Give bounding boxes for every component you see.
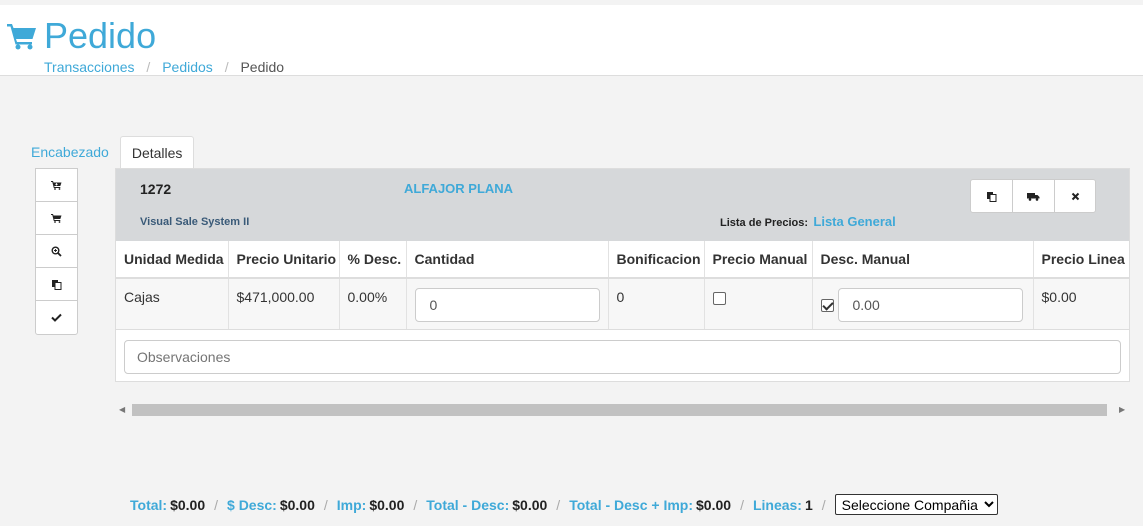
product-name[interactable]: ALFAJOR PLANA bbox=[404, 181, 513, 196]
breadcrumb-separator: / bbox=[146, 59, 151, 75]
cart-arrow-icon bbox=[51, 181, 62, 190]
page-title-text: Pedido bbox=[44, 15, 157, 56]
lineas-label: Lineas: bbox=[752, 496, 802, 513]
desc-manual-input[interactable] bbox=[837, 288, 1023, 322]
precio-manual-checkbox[interactable] bbox=[712, 291, 726, 305]
copy-icon bbox=[52, 279, 62, 290]
total-desc-label: Total - Desc: bbox=[426, 496, 510, 513]
desc-pct-cell: 0.00% bbox=[339, 278, 407, 330]
close-icon bbox=[1071, 192, 1079, 200]
imp-value: $0.00 bbox=[369, 496, 405, 513]
scroll-right-icon[interactable]: ▶ bbox=[1119, 405, 1125, 414]
desc-manual-cell bbox=[812, 278, 1034, 330]
totals-bar: Total: $0.00 / $ Desc: $0.00 / Imp: $0.0… bbox=[130, 494, 998, 515]
company-select[interactable]: Seleccione Compañia bbox=[834, 494, 998, 515]
column-header: Bonificacion bbox=[608, 241, 705, 279]
column-header: Precio Linea bbox=[1033, 241, 1129, 279]
check-icon bbox=[51, 313, 62, 322]
line-actions bbox=[970, 179, 1096, 213]
product-header: 1272 ALFAJOR PLANA Visual Sale System II… bbox=[116, 169, 1129, 241]
column-header: Desc. Manual bbox=[812, 241, 1034, 279]
desc-value: $0.00 bbox=[279, 496, 315, 513]
breadcrumb-transacciones[interactable]: Transacciones bbox=[44, 59, 135, 75]
table-header-row: Unidad Medida Precio Unitario % Desc. Ca… bbox=[116, 241, 1129, 279]
breadcrumb-current: Pedido bbox=[240, 59, 285, 75]
scrollbar-thumb[interactable] bbox=[132, 404, 1107, 416]
line-toolbar bbox=[35, 168, 78, 335]
lineas-value: 1 bbox=[804, 496, 813, 513]
column-header: Unidad Medida bbox=[116, 241, 229, 279]
breadcrumb-separator: / bbox=[224, 59, 229, 75]
zoom-icon bbox=[51, 246, 62, 257]
cart-icon bbox=[51, 214, 62, 223]
breadcrumb-pedidos[interactable]: Pedidos bbox=[162, 59, 213, 75]
copy-icon bbox=[987, 191, 997, 202]
column-header: Precio Unitario bbox=[228, 241, 340, 279]
copy-line-button[interactable] bbox=[971, 180, 1013, 212]
total-value: $0.00 bbox=[170, 496, 206, 513]
zoom-button[interactable] bbox=[36, 235, 77, 268]
column-header: Precio Manual bbox=[704, 241, 813, 279]
footer-separator: / bbox=[323, 496, 328, 513]
desc-label: $ Desc: bbox=[227, 496, 277, 513]
confirm-button[interactable] bbox=[36, 301, 77, 334]
footer-separator: / bbox=[214, 496, 219, 513]
column-header: Cantidad bbox=[406, 241, 609, 279]
footer-separator: / bbox=[740, 496, 744, 513]
company-name: Visual Sale System II bbox=[140, 216, 250, 228]
footer-separator: / bbox=[556, 496, 561, 513]
footer-separator: / bbox=[413, 496, 418, 513]
scroll-left-icon[interactable]: ◀ bbox=[119, 405, 125, 414]
precio-manual-cell bbox=[704, 278, 813, 330]
product-code: 1272 bbox=[140, 181, 172, 197]
imp-label: Imp: bbox=[336, 496, 367, 513]
breadcrumb: Transacciones / Pedidos / Pedido bbox=[44, 59, 284, 75]
truck-icon bbox=[1027, 192, 1040, 201]
copy-button[interactable] bbox=[36, 268, 77, 301]
page-header: Pedido Transacciones / Pedidos / Pedido bbox=[0, 5, 1143, 76]
tab-encabezado[interactable]: Encabezado bbox=[20, 136, 120, 169]
total-label: Total: bbox=[130, 496, 168, 513]
table-row: Cajas $471,000.00 0.00% 0 $0.00 bbox=[116, 278, 1129, 330]
observaciones-input[interactable] bbox=[124, 340, 1121, 374]
desc-manual-checkbox[interactable] bbox=[820, 299, 834, 312]
unidad-medida-cell: Cajas bbox=[116, 278, 229, 330]
shopping-cart-icon bbox=[7, 24, 36, 50]
line-detail-panel: 1272 ALFAJOR PLANA Visual Sale System II… bbox=[115, 168, 1130, 382]
tabs: Encabezado Detalles bbox=[20, 136, 195, 169]
total-desc-value: $0.00 bbox=[512, 496, 548, 513]
price-list-value[interactable]: Lista General bbox=[813, 214, 895, 229]
page-title: Pedido bbox=[7, 16, 156, 56]
footer-separator: / bbox=[821, 496, 826, 513]
add-to-cart-button[interactable] bbox=[36, 169, 77, 202]
bonificacion-cell: 0 bbox=[608, 278, 705, 330]
price-list-label: Lista de Precios: bbox=[720, 217, 809, 229]
price-list: Lista de Precios: Lista General bbox=[720, 214, 896, 229]
precio-linea-cell: $0.00 bbox=[1033, 278, 1129, 330]
line-table: Unidad Medida Precio Unitario % Desc. Ca… bbox=[116, 241, 1129, 330]
delivery-button[interactable] bbox=[1013, 180, 1055, 212]
total-desc-imp-label: Total - Desc + Imp: bbox=[569, 496, 694, 513]
cantidad-cell bbox=[406, 278, 609, 330]
cantidad-input[interactable] bbox=[414, 288, 600, 322]
total-desc-imp-value: $0.00 bbox=[696, 496, 732, 513]
remove-line-button[interactable] bbox=[1055, 180, 1095, 212]
tab-detalles[interactable]: Detalles bbox=[119, 136, 195, 169]
column-header: % Desc. bbox=[339, 241, 407, 279]
precio-unitario-cell: $471,000.00 bbox=[228, 278, 340, 330]
horizontal-scrollbar[interactable]: ◀ ▶ bbox=[115, 402, 1130, 418]
cart-button[interactable] bbox=[36, 202, 77, 235]
